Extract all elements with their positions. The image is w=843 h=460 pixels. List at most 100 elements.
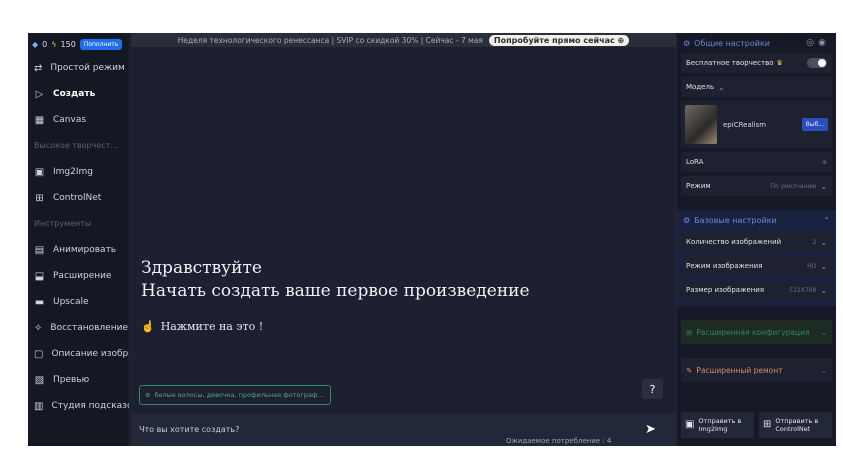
model-row[interactable]: Модель ⌄ bbox=[681, 77, 832, 97]
click-hint-text: Нажмите на это ! bbox=[160, 320, 264, 333]
image-count-value: 2 bbox=[812, 238, 817, 246]
pointer-icon: ☝ bbox=[141, 320, 155, 333]
img2img-icon: ▣ bbox=[685, 419, 695, 430]
credits-count: 150 bbox=[60, 39, 76, 49]
image-count-row[interactable]: Количество изображений 2 ⌄ bbox=[681, 232, 832, 252]
controlnet-icon: ⊞ bbox=[35, 192, 44, 204]
settings-gear-icon: ⚙ bbox=[683, 38, 691, 48]
bolt-icon: ϟ bbox=[51, 39, 57, 49]
greeting-subtitle: Начать создать ваше первое произведение bbox=[141, 281, 530, 301]
sidebar-item-animate[interactable]: ▤ Анимировать bbox=[28, 237, 129, 263]
sidebar-item-canvas[interactable]: ▦ Canvas bbox=[28, 107, 129, 133]
try-now-button[interactable]: Попробуйте прямо сейчас ⊕ bbox=[488, 34, 630, 46]
sidebar-item-expand[interactable]: ⬓ Расширение bbox=[28, 263, 129, 289]
sidebar-item-label: Canvas bbox=[53, 115, 87, 125]
click-hint[interactable]: ☝ Нажмите на это ! bbox=[141, 320, 263, 333]
canvas-icon: ▦ bbox=[34, 114, 45, 126]
prompt-studio-icon: ▥ bbox=[34, 400, 44, 412]
advanced-config-title: Расширенная конфигурация bbox=[696, 327, 810, 337]
mode-label: Режим bbox=[686, 182, 711, 190]
restore-icon: ✧ bbox=[34, 322, 43, 334]
sidebar-item-label: Восстановление ре bbox=[50, 323, 129, 333]
sidebar-item-label: Простой режим bbox=[50, 63, 125, 73]
sidebar-item-describe-image[interactable]: ▢ Описание изображ bbox=[28, 341, 129, 367]
model-label: Модель bbox=[686, 83, 715, 91]
image-mode-row[interactable]: Режим изображения HD ⌄ bbox=[681, 256, 832, 276]
lora-row[interactable]: LoRA ⊕ bbox=[681, 152, 832, 172]
mode-value: По умолчанию bbox=[770, 182, 817, 190]
send-to-controlnet-button[interactable]: ⊞ Отправить в ControlNet bbox=[759, 412, 832, 438]
banner-text: Неделя технологического ренессанса | SVI… bbox=[177, 35, 483, 45]
chevron-down-icon: ⌄ bbox=[820, 261, 827, 271]
choose-model-button[interactable]: Выб... bbox=[801, 118, 828, 131]
image-size-label: Размер изображения bbox=[686, 286, 765, 294]
general-settings-title: Общие настройки bbox=[694, 38, 770, 48]
chevron-down-icon: ⌄ bbox=[718, 82, 725, 92]
gem-icon: ◆ bbox=[32, 39, 39, 49]
sidebar-item-label: Превью bbox=[53, 375, 90, 385]
basic-settings-header[interactable]: ⚙ Базовые настройки ⌃ bbox=[677, 210, 836, 230]
sidebar-item-label: Расширение bbox=[53, 271, 112, 281]
sidebar-item-controlnet[interactable]: ⊞ ControlNet bbox=[28, 185, 129, 211]
send-icon[interactable]: ➤ bbox=[645, 422, 656, 437]
advanced-config-icon: ⊞ bbox=[686, 327, 693, 337]
app-window: ◆ 0 ϟ 150 Пополнить ⇄ Простой режим ▷ Созда… bbox=[28, 33, 836, 446]
sidebar-item-restore[interactable]: ✧ Восстановление ре bbox=[28, 315, 129, 341]
sparkle-icon: ⊕ bbox=[145, 391, 151, 399]
model-card[interactable]: epiCRealism Выб... bbox=[681, 101, 832, 148]
lora-label: LoRA bbox=[686, 158, 704, 166]
chevron-down-icon: ⌄ bbox=[820, 237, 827, 247]
sidebar-item-img2img[interactable]: ▣ Img2Img bbox=[28, 159, 129, 185]
top-stats: ◆ 0 ϟ 150 Пополнить bbox=[28, 33, 129, 55]
sidebar-item-upscale[interactable]: ▬ Upscale bbox=[28, 289, 129, 315]
controlnet-icon: ⊞ bbox=[763, 419, 772, 430]
send-buttons: ▣ Отправить в Img2Img ⊞ Отправить в Cont… bbox=[681, 412, 832, 438]
send-img2img-label: Отправить в Img2Img bbox=[698, 417, 742, 433]
free-creative-toggle[interactable] bbox=[807, 58, 827, 68]
chevron-up-icon: ⌃ bbox=[823, 215, 830, 225]
greeting-title: Здравствуйте bbox=[141, 258, 262, 278]
topup-button[interactable]: Пополнить bbox=[79, 38, 123, 50]
image-size-row[interactable]: Размер изображения 512X768 ⌄ bbox=[681, 280, 832, 300]
send-to-img2img-button[interactable]: ▣ Отправить в Img2Img bbox=[681, 412, 754, 438]
cost-estimate: Ожидаемое потребление : 4 bbox=[506, 437, 612, 445]
general-settings-header[interactable]: ⚙ Общие настройки ◎◉ bbox=[677, 33, 836, 53]
sidebar-item-label: Описание изображ bbox=[51, 349, 129, 359]
sidebar-item-label: Создать bbox=[53, 89, 96, 99]
chevron-down-icon: ⌄ bbox=[820, 181, 827, 191]
suggestion-text: белые волосы, девочка, профильная фотогр… bbox=[154, 391, 324, 399]
image-size-value: 512X768 bbox=[789, 286, 817, 294]
image-mode-label: Режим изображения bbox=[686, 262, 763, 270]
main-area: Неделя технологического ренессанса | SVI… bbox=[131, 33, 676, 446]
sidebar-item-label: Img2Img bbox=[53, 167, 93, 177]
section-creative: Высокое творчест... bbox=[34, 141, 118, 150]
sidebar-item-simple-mode[interactable]: ⇄ Простой режим bbox=[28, 55, 129, 81]
sidebar-item-preview[interactable]: ▧ Превью bbox=[28, 367, 129, 393]
chevron-down-icon: ⌄ bbox=[820, 365, 827, 375]
sidebar-item-label: Upscale bbox=[53, 297, 89, 307]
repair-icon: ✎ bbox=[686, 365, 693, 375]
image-mode-value: HD bbox=[807, 262, 817, 270]
basic-settings-icon: ⚙ bbox=[683, 215, 691, 225]
mode-row[interactable]: Режим По умолчанию ⌄ bbox=[681, 176, 832, 196]
image-count-label: Количество изображений bbox=[686, 238, 782, 246]
upscale-icon: ▬ bbox=[34, 296, 45, 308]
panel-tools-icon[interactable]: ◎◉ bbox=[806, 38, 830, 48]
settings-panel: ⚙ Общие настройки ◎◉ Бесплатное творчест… bbox=[676, 33, 836, 446]
sidebar-item-prompt-studio[interactable]: ▥ Студия подсказок bbox=[28, 393, 129, 419]
prompt-input[interactable]: Что вы хотите создать? bbox=[139, 425, 239, 434]
sidebar: ◆ 0 ϟ 150 Пополнить ⇄ Простой режим ▷ Созда… bbox=[28, 33, 130, 446]
help-button[interactable]: ? bbox=[642, 379, 663, 399]
free-creative-label: Бесплатное творчество bbox=[686, 59, 774, 67]
advanced-config-header[interactable]: ⊞ Расширенная конфигурация ⌄ bbox=[681, 320, 832, 344]
coins-count: 0 bbox=[42, 39, 48, 49]
describe-image-icon: ▢ bbox=[34, 348, 44, 360]
animate-icon: ▤ bbox=[34, 244, 45, 256]
plus-icon[interactable]: ⊕ bbox=[822, 159, 827, 166]
prompt-suggestion[interactable]: ⊕ белые волосы, девочка, профильная фото… bbox=[139, 385, 331, 405]
sidebar-item-label: Студия подсказок bbox=[51, 401, 129, 411]
create-icon: ▷ bbox=[35, 88, 44, 100]
sidebar-item-create[interactable]: ▷ Создать bbox=[28, 81, 129, 107]
model-thumbnail bbox=[685, 105, 717, 144]
advanced-repair-header[interactable]: ✎ Расширенный ремонт ⌄ bbox=[681, 358, 832, 382]
